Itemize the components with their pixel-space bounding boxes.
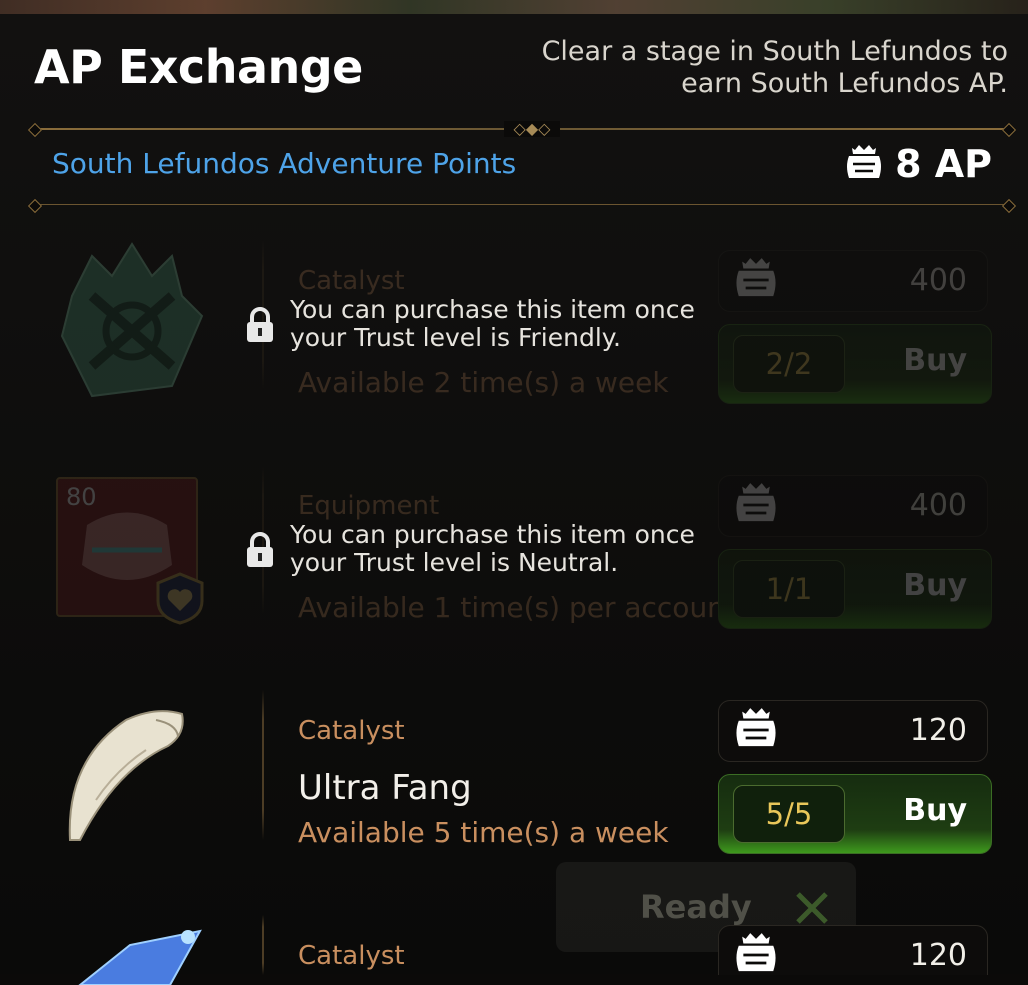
item-cost: 400 — [909, 488, 967, 523]
earn-hint: Clear a stage in South Lefundos to earn … — [541, 36, 1008, 99]
ap-bag-icon — [736, 708, 776, 747]
ap-balance-value: 8 AP — [895, 142, 992, 186]
item-availability: Available 5 time(s) a week — [298, 816, 669, 849]
shop-item-4: Catalyst 120 — [0, 905, 1028, 985]
purchase-count: 5/5 — [733, 785, 845, 843]
item-price: 400 — [718, 250, 988, 312]
item-name: Ultra Fang — [298, 768, 472, 808]
item-price: 120 — [718, 700, 988, 762]
lock-message: You can purchase this item once your Tru… — [290, 520, 695, 577]
ap-bag-icon — [847, 145, 882, 178]
lock-notice: You can purchase this item once your Tru… — [244, 296, 710, 352]
item-category: Catalyst — [298, 716, 405, 746]
ap-balance: 8 AP — [843, 142, 992, 186]
lock-message: You can purchase this item once your Tru… — [290, 295, 695, 352]
lock-icon — [247, 307, 273, 342]
item-cost: 400 — [909, 263, 967, 298]
item-cost: 120 — [909, 938, 967, 973]
ap-bag-icon — [736, 258, 776, 297]
buy-button[interactable]: 1/1 Buy — [718, 549, 992, 629]
item-price: 400 — [718, 475, 988, 537]
buy-label: Buy — [903, 568, 967, 603]
buy-button[interactable]: 5/5 Buy — [718, 774, 992, 854]
lock-icon — [247, 532, 273, 567]
item-category: Equipment — [298, 491, 440, 521]
item-category: Catalyst — [298, 266, 405, 296]
shop-item-2: 80 Equipment Available 1 time(s) per acc… — [0, 455, 1028, 670]
item-price: 120 — [718, 925, 988, 975]
catalyst-crest-icon — [60, 242, 204, 398]
crystal-icon — [78, 929, 202, 985]
item-divider-line — [262, 690, 264, 840]
buy-label: Buy — [903, 793, 967, 828]
page-title: AP Exchange — [34, 40, 363, 94]
item-divider-line — [262, 915, 264, 975]
heart-shield-icon — [156, 572, 204, 625]
shop-item-3: Catalyst Ultra Fang Available 5 time(s) … — [0, 680, 1028, 895]
item-availability: Available 2 time(s) a week — [298, 366, 669, 399]
fang-icon — [68, 710, 184, 841]
ap-balance-label: South Lefundos Adventure Points — [52, 147, 517, 180]
purchase-count: 1/1 — [733, 560, 845, 618]
buy-button[interactable]: 2/2 Buy — [718, 324, 992, 404]
item-availability: Available 1 time(s) per account — [298, 591, 736, 624]
ap-divider — [27, 198, 1017, 214]
buy-label: Buy — [903, 343, 967, 378]
item-category: Catalyst — [298, 941, 405, 971]
ap-bag-icon — [736, 483, 776, 522]
purchase-count: 2/2 — [733, 335, 845, 393]
ap-bag-icon — [736, 933, 776, 972]
shop-item-1: Catalyst Available 2 time(s) a week 400 … — [0, 230, 1028, 445]
header-divider: ◇◆◇ — [27, 121, 1017, 138]
lock-notice: You can purchase this item once your Tru… — [244, 521, 710, 577]
item-cost: 120 — [909, 713, 967, 748]
divider-ornament-icon: ◇◆◇ — [504, 121, 560, 137]
